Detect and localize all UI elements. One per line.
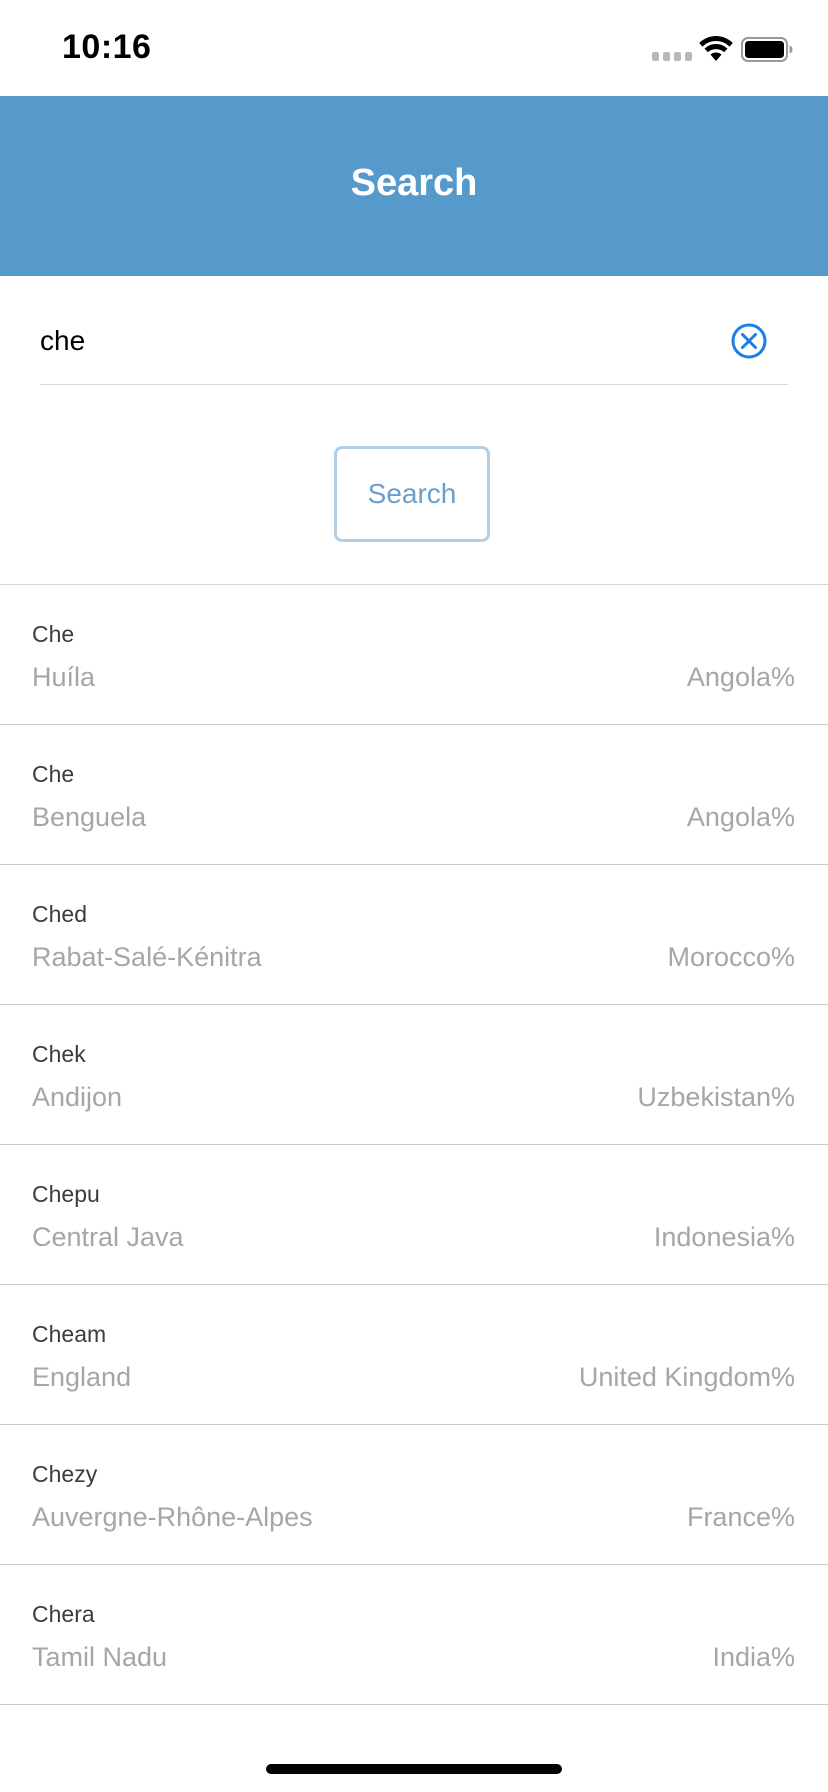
result-region: Rabat-Salé-Kénitra <box>32 942 262 972</box>
result-row[interactable]: Cheam England United Kingdom% <box>0 1285 828 1425</box>
result-name: Ched <box>32 901 87 927</box>
result-region: England <box>32 1362 132 1392</box>
result-row[interactable]: Chek Andijon Uzbekistan% <box>0 1005 828 1145</box>
result-name: Chek <box>32 1041 86 1067</box>
result-row[interactable]: Ched Rabat-Salé-Kénitra Morocco% <box>0 865 828 1005</box>
page-title: Search <box>350 162 478 204</box>
result-name: Chezy <box>32 1461 98 1487</box>
result-row[interactable]: Che Benguela Angola% <box>0 725 828 865</box>
result-row[interactable]: Chepu Central Java Indonesia% <box>0 1145 828 1285</box>
battery-icon <box>741 37 793 62</box>
result-region: Auvergne-Rhône-Alpes <box>32 1502 313 1532</box>
result-region: Andijon <box>32 1082 123 1112</box>
result-name: Chepu <box>32 1181 100 1207</box>
clear-circle-x-icon[interactable] <box>730 322 768 360</box>
navigation-bar: Search <box>0 96 828 276</box>
cellular-signal-icon <box>652 52 692 61</box>
search-button[interactable]: Search <box>334 446 490 542</box>
result-country: France% <box>686 1502 795 1532</box>
result-name: Chera <box>32 1601 95 1627</box>
search-field <box>40 300 788 385</box>
result-country: India% <box>712 1642 795 1672</box>
search-input[interactable] <box>40 318 680 364</box>
result-name: Cheam <box>32 1321 107 1347</box>
result-country: Morocco% <box>667 942 795 972</box>
home-indicator[interactable] <box>266 1764 562 1774</box>
wifi-icon <box>699 36 733 61</box>
result-country: Angola% <box>686 662 795 692</box>
result-row[interactable]: Chera Tamil Nadu India% <box>0 1565 828 1705</box>
result-name: Che <box>32 761 75 787</box>
result-row[interactable]: Che Huíla Angola% <box>0 585 828 725</box>
result-region: Benguela <box>32 802 147 832</box>
status-bar: 10:16 <box>0 0 828 96</box>
result-name: Che <box>32 621 75 647</box>
result-region: Huíla <box>32 662 96 692</box>
result-country: Uzbekistan% <box>637 1082 795 1112</box>
result-country: United Kingdom% <box>578 1362 795 1392</box>
result-country: Indonesia% <box>653 1222 795 1252</box>
result-country: Angola% <box>686 802 795 832</box>
result-row[interactable]: Chezy Auvergne-Rhône-Alpes France% <box>0 1425 828 1565</box>
results-list: Che Huíla Angola% Che Benguela Angola% C… <box>0 585 828 1705</box>
result-region: Tamil Nadu <box>32 1642 168 1672</box>
status-time: 10:16 <box>62 28 152 66</box>
result-region: Central Java <box>32 1222 184 1252</box>
